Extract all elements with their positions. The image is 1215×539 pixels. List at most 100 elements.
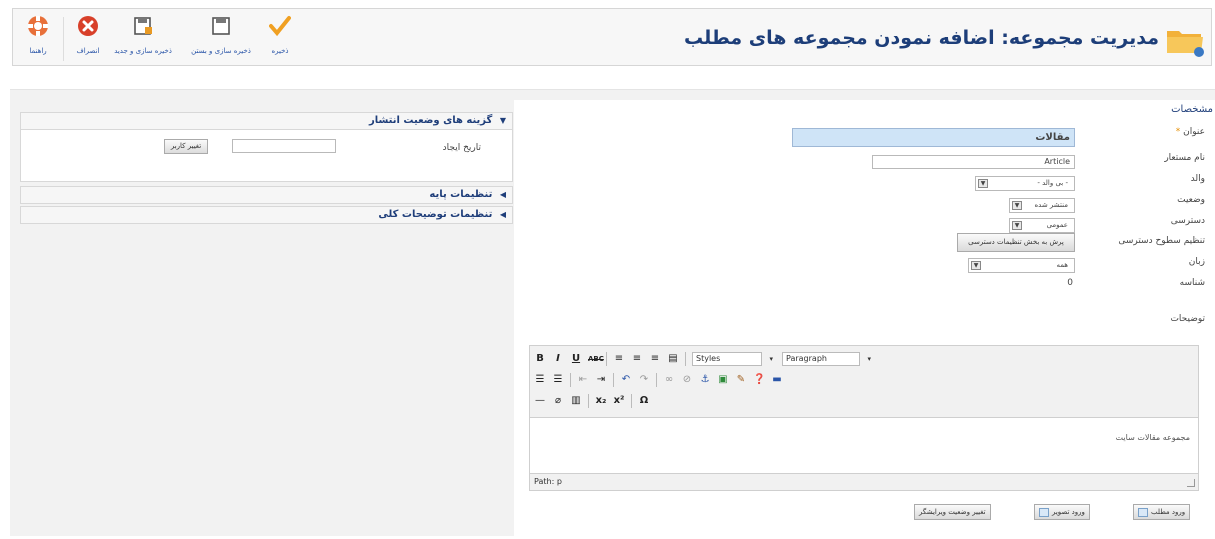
indent-icon[interactable]: ⇥ — [595, 373, 607, 387]
insert-article-label: ورود مطلب — [1151, 508, 1186, 516]
styles-select[interactable]: Styles ▾ — [692, 352, 773, 366]
page-title: مدیریت مجموعه: اضافه نمودن مجموعه های مط… — [683, 27, 1159, 49]
help-icon[interactable]: ❓ — [753, 373, 765, 387]
details-legend: مشخصات — [1171, 104, 1213, 115]
description-label: توضیحات — [1170, 314, 1205, 324]
accordion-metadata-header[interactable]: ◀ تنظیمات توضیحات کلی — [20, 206, 513, 224]
language-label: زبان — [1188, 257, 1205, 267]
language-select[interactable]: همه ▼ — [968, 258, 1075, 273]
permissions-label: تنظیم سطوح دسترسی — [1118, 236, 1205, 246]
image-icon — [1039, 507, 1049, 517]
remove-format-icon[interactable]: ⌀ — [552, 394, 564, 408]
created-date-label: تاریخ ایجاد — [442, 143, 481, 153]
code-icon[interactable]: ▬ — [771, 373, 783, 387]
arrow-left-icon: ◀ — [499, 190, 506, 199]
save-close-icon — [212, 17, 230, 35]
status-label: وضعیت — [1177, 195, 1205, 205]
link-icon[interactable]: ∞ — [663, 373, 675, 387]
language-select-value: همه — [1056, 261, 1069, 269]
image-icon[interactable]: ▣ — [717, 373, 729, 387]
title-label-text: عنوان — [1183, 127, 1205, 137]
save-new-icon — [134, 17, 152, 35]
cleanup-icon[interactable]: ✎ — [735, 373, 747, 387]
strikethrough-icon[interactable]: ABC — [588, 352, 604, 366]
save-label: ذخیره — [271, 47, 289, 55]
status-select-value: منتشر شده — [1034, 201, 1068, 209]
save-and-close-label: ذخیره سازی و بستن — [191, 47, 251, 55]
subscript-icon[interactable]: x₂ — [595, 394, 607, 408]
id-value: 0 — [1067, 278, 1073, 288]
parent-select-value: - بی والد - — [1037, 179, 1068, 187]
resize-handle-icon[interactable] — [1187, 479, 1195, 487]
publishing-header-label: گزینه های وضعیت انتشار — [368, 115, 493, 126]
parent-select[interactable]: - بی والد - ▼ — [975, 176, 1075, 191]
toggle-editor-button[interactable]: تغییر وضعیت ویرایشگر — [914, 504, 991, 520]
undo-icon[interactable]: ↶ — [620, 373, 632, 387]
toolbar: راهنما انصراف ذخیره سازی و جدید ذخیره سا… — [12, 8, 1212, 66]
alias-input[interactable]: Article — [872, 155, 1075, 169]
save-and-new-label: ذخیره سازی و جدید — [114, 47, 172, 55]
created-date-input[interactable] — [232, 139, 336, 153]
outdent-icon[interactable]: ⇤ — [577, 373, 589, 387]
article-icon — [1138, 507, 1148, 517]
parent-label: والد — [1190, 174, 1205, 184]
dropdown-arrow-icon: ▾ — [867, 355, 871, 363]
anchor-icon[interactable]: ⚓ — [699, 373, 711, 387]
help-label: راهنما — [29, 47, 47, 55]
editor-path: Path: p — [530, 473, 1198, 490]
arrow-down-icon: ▼ — [499, 116, 506, 125]
bullet-list-icon[interactable]: ☰ — [534, 373, 546, 387]
access-select-value: عمومی — [1046, 221, 1068, 229]
underline-icon[interactable]: U — [570, 352, 582, 366]
cancel-label: انصراف — [76, 47, 100, 55]
special-char-icon[interactable]: Ω — [638, 394, 650, 408]
dropdown-arrow-icon: ▾ — [769, 355, 773, 363]
dropdown-arrow-icon: ▼ — [1012, 201, 1022, 210]
redo-icon[interactable]: ↷ — [638, 373, 650, 387]
visual-aid-icon[interactable]: ▥ — [570, 394, 582, 408]
cancel-button[interactable]: انصراف — [71, 11, 105, 55]
align-center-icon[interactable]: ≡ — [631, 352, 643, 366]
align-left-icon[interactable]: ≡ — [613, 352, 625, 366]
superscript-icon[interactable]: x² — [613, 394, 625, 408]
status-select[interactable]: منتشر شده ▼ — [1009, 198, 1075, 213]
cancel-icon — [78, 16, 98, 36]
accordion-basic-options-header[interactable]: ◀ تنظیمات پایه — [20, 186, 513, 204]
dropdown-arrow-icon: ▼ — [1012, 221, 1022, 230]
bold-icon[interactable]: B — [534, 352, 546, 366]
align-justify-icon[interactable]: ▤ — [667, 352, 679, 366]
access-label: دسترسی — [1170, 216, 1205, 226]
required-marker: * — [1175, 127, 1181, 137]
options-pane: ▼ گزینه های وضعیت انتشار تاریخ ایجاد تغی… — [20, 112, 513, 224]
editor-toolbar: B I U ABC ≡ ≡ ≡ ▤ Styles ▾ Paragraph ▾ ☰… — [530, 346, 1198, 418]
toolbar-divider — [63, 17, 64, 61]
metadata-header-label: تنظیمات توضیحات کلی — [378, 209, 493, 220]
dropdown-arrow-icon: ▼ — [978, 179, 988, 188]
editor-content[interactable]: مجموعه مقالات سایت — [530, 419, 1198, 475]
title-label: عنوان * — [1176, 127, 1205, 137]
insert-article-button[interactable]: ورود مطلب — [1133, 504, 1191, 520]
save-button[interactable]: ذخیره — [263, 11, 297, 55]
horizontal-rule-icon[interactable]: — — [534, 394, 546, 408]
folder-icon — [1167, 31, 1204, 57]
dropdown-arrow-icon: ▼ — [971, 261, 981, 270]
access-select[interactable]: عمومی ▼ — [1009, 218, 1075, 233]
jump-to-permissions-button[interactable]: پرش به بخش تنظیمات دسترسی — [957, 233, 1075, 252]
checkmark-icon — [269, 16, 291, 37]
toggle-editor-label: تغییر وضعیت ویرایشگر — [919, 508, 986, 516]
change-user-button[interactable]: تغییر کاربر — [164, 139, 208, 154]
title-input[interactable]: مقالات — [792, 128, 1075, 147]
italic-icon[interactable]: I — [552, 352, 564, 366]
styles-select-label: Styles — [696, 354, 721, 363]
help-button[interactable]: راهنما — [21, 11, 55, 55]
save-and-new-button[interactable]: ذخیره سازی و جدید — [113, 11, 173, 55]
accordion-publishing-header[interactable]: ▼ گزینه های وضعیت انتشار — [20, 112, 513, 130]
save-and-close-button[interactable]: ذخیره سازی و بستن — [189, 11, 253, 55]
insert-image-button[interactable]: ورود تصویر — [1034, 504, 1090, 520]
numbered-list-icon[interactable]: ☰ — [552, 373, 564, 387]
unlink-icon[interactable]: ⊘ — [681, 373, 693, 387]
alias-label: نام مستعار — [1164, 153, 1205, 163]
rich-text-editor: B I U ABC ≡ ≡ ≡ ▤ Styles ▾ Paragraph ▾ ☰… — [529, 345, 1199, 491]
align-right-icon[interactable]: ≡ — [649, 352, 661, 366]
format-select[interactable]: Paragraph ▾ — [782, 352, 871, 366]
